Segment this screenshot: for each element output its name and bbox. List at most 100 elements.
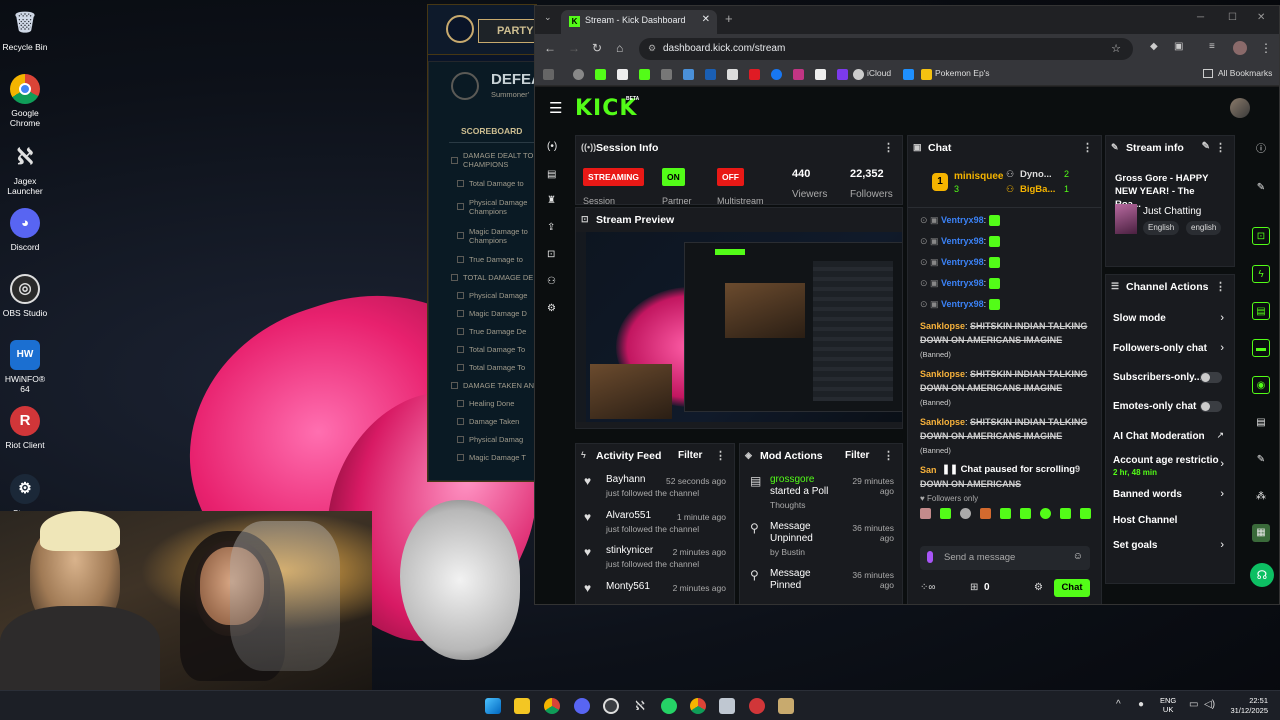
channel-points-icon[interactable]: ⁘∞ <box>920 582 936 593</box>
bookmark-icon[interactable] <box>573 69 584 80</box>
stream-preview-video[interactable] <box>576 232 902 422</box>
checkbox[interactable] <box>457 454 464 461</box>
whatsapp-icon[interactable] <box>661 698 677 714</box>
bookmark-icon[interactable] <box>639 69 650 80</box>
party-button[interactable]: PARTY <box>478 19 536 43</box>
home-icon[interactable]: ⌂ <box>616 41 623 55</box>
extension-icon[interactable]: ◆ <box>1150 41 1158 52</box>
subscribers-only-row[interactable]: Subscribers-only... <box>1113 372 1208 383</box>
bookmark-icon[interactable] <box>705 69 716 80</box>
bookmark-icon[interactable] <box>683 69 694 80</box>
bookmark-youtube-icon[interactable] <box>749 69 760 80</box>
emote-icon[interactable] <box>920 508 931 519</box>
notes-icon[interactable]: ▤ <box>1252 302 1270 320</box>
checkbox[interactable] <box>457 292 464 299</box>
edit-icon[interactable]: ✎ <box>1202 141 1210 152</box>
partner-on-badge[interactable]: ON <box>662 168 685 186</box>
tools-icon[interactable]: ✎ <box>1252 451 1270 469</box>
extensions-puzzle-icon[interactable]: ▣ <box>1174 41 1183 52</box>
jagex-icon[interactable]: ℵ <box>632 698 648 714</box>
set-goals-row[interactable]: Set goals <box>1113 540 1231 551</box>
new-tab-icon[interactable]: + <box>725 11 733 26</box>
desktop-icon-jagex[interactable]: ℵ Jagex Launcher <box>2 142 48 197</box>
tag-chip[interactable]: english <box>1186 221 1222 235</box>
layout-icon[interactable]: ▤ <box>1252 414 1270 432</box>
quick-actions-icon[interactable]: ϟ <box>1252 265 1270 283</box>
emote-icon[interactable] <box>1080 508 1091 519</box>
account-age-row[interactable]: Account age restrictio <box>1113 455 1225 466</box>
bookmark-star-icon[interactable]: ☆ <box>1111 42 1121 55</box>
checkbox[interactable] <box>457 256 464 263</box>
close-tab-icon[interactable]: ✕ <box>702 14 710 25</box>
bookmark-icon[interactable] <box>617 69 628 80</box>
bookmark-icon[interactable] <box>815 69 826 80</box>
subscribers-only-toggle[interactable] <box>1200 372 1222 383</box>
emotes-only-toggle[interactable] <box>1200 401 1222 412</box>
back-icon[interactable]: ← <box>544 41 556 55</box>
more-icon[interactable]: ⋮ <box>1215 141 1226 154</box>
emote-icon[interactable] <box>940 508 951 519</box>
reload-icon[interactable]: ↻ <box>592 41 602 55</box>
bookmark-x-icon[interactable] <box>727 69 738 80</box>
profile-avatar[interactable] <box>1233 41 1247 55</box>
start-icon[interactable] <box>485 698 501 714</box>
language-indicator[interactable]: ENG UK <box>1160 696 1176 714</box>
checkbox[interactable] <box>457 364 464 371</box>
checkbox[interactable] <box>457 180 464 187</box>
avatar[interactable] <box>1230 98 1250 118</box>
bookmark-kick-icon[interactable] <box>595 69 606 80</box>
file-explorer-icon[interactable] <box>514 698 530 714</box>
forward-icon[interactable]: → <box>568 41 580 55</box>
ai-moderation-row[interactable]: AI Chat Moderation <box>1113 431 1231 442</box>
emote-icon[interactable] <box>980 508 991 519</box>
desktop-icon-riot[interactable]: R Riot Client <box>2 406 48 450</box>
checkbox[interactable] <box>457 310 464 317</box>
multistream-off-badge[interactable]: OFF <box>717 168 744 186</box>
all-bookmarks[interactable]: All Bookmarks <box>1218 68 1272 78</box>
riot-icon[interactable] <box>749 698 765 714</box>
apps-icon[interactable]: ⁂ <box>1252 488 1270 506</box>
mod-filter-button[interactable]: Filter <box>845 450 869 461</box>
shop-icon[interactable]: ⊞ <box>970 582 978 593</box>
external-link-icon[interactable]: ↗ <box>1216 430 1224 441</box>
broadcast-icon[interactable]: ◉ <box>1252 376 1270 394</box>
slow-mode-row[interactable]: Slow mode <box>1113 313 1231 324</box>
followers-only-row[interactable]: Followers-only chat <box>1113 343 1231 354</box>
emote-icon[interactable] <box>1060 508 1071 519</box>
mod-icon[interactable]: ⊡ <box>547 249 555 260</box>
banned-words-row[interactable]: Banned words <box>1113 489 1231 500</box>
desktop-icon-chrome[interactable]: Google Chrome <box>2 74 48 128</box>
chat-icon[interactable]: ▬ <box>1252 339 1270 357</box>
league-icon[interactable] <box>778 698 794 714</box>
mod-view-icon[interactable]: ⊡ <box>1252 227 1270 245</box>
more-icon[interactable]: ⋮ <box>883 141 894 154</box>
desktop-icon-discord[interactable]: ◕ Discord <box>2 208 48 252</box>
chat-input[interactable]: Send a message ☺ <box>920 546 1090 570</box>
chat-paused-banner[interactable]: ❚❚ Chat paused for scrolling 9 <box>942 463 1082 479</box>
checkbox[interactable] <box>457 400 464 407</box>
more-icon[interactable]: ⋮ <box>1082 141 1093 154</box>
emote-icon[interactable] <box>960 508 971 519</box>
category-name[interactable]: Just Chatting <box>1143 206 1201 217</box>
host-channel-row[interactable]: Host Channel <box>1113 515 1231 526</box>
scoreboard-tab[interactable]: SCOREBOARD <box>461 126 522 136</box>
chat-settings-icon[interactable]: ⚙ <box>1034 582 1043 593</box>
browser-tab-active[interactable]: K Stream - Kick Dashboard ✕ <box>561 10 717 34</box>
bookmark-icon[interactable] <box>837 69 848 80</box>
site-info-icon[interactable]: ⚙ <box>648 43 656 54</box>
browser-menu-icon[interactable]: ⋮ <box>1260 41 1272 55</box>
chevron-right-icon[interactable]: › <box>1220 458 1224 470</box>
chevron-right-icon[interactable]: › <box>1220 312 1224 324</box>
chevron-right-icon[interactable]: › <box>1220 488 1224 500</box>
tray-overflow-icon[interactable]: ^ <box>1116 699 1121 710</box>
more-icon[interactable]: ⋮ <box>883 449 894 462</box>
desktop-icon-obs[interactable]: ◎ OBS Studio <box>2 274 48 318</box>
apps-grid-icon[interactable] <box>543 69 554 80</box>
more-icon[interactable]: ⋮ <box>1215 280 1226 293</box>
desktop-icon-recycle-bin[interactable]: 🗑 Recycle Bin <box>2 8 48 52</box>
media-icon[interactable]: ≡ <box>1209 41 1215 52</box>
bookmark-icon[interactable] <box>903 69 914 80</box>
dashboard-icon[interactable]: ▤ <box>547 169 556 180</box>
discord-icon[interactable] <box>574 698 590 714</box>
chevron-right-icon[interactable]: › <box>1220 539 1224 551</box>
